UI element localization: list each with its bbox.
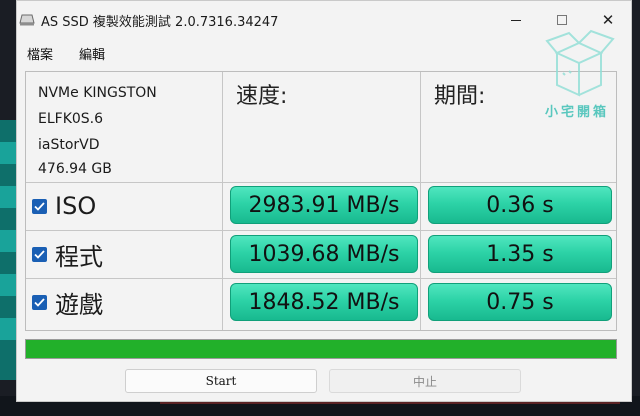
game-speed-result: 1848.52 MB/s xyxy=(230,283,418,321)
program-checkbox[interactable] xyxy=(32,246,47,262)
drive-firmware: ELFK0S.6 xyxy=(38,111,104,127)
close-icon: ✕ xyxy=(601,11,615,29)
minimize-icon xyxy=(511,19,521,21)
iso-speed-result: 2983.91 MB/s xyxy=(230,186,418,224)
grid-line xyxy=(26,278,616,279)
drive-driver: iaStorVD xyxy=(38,137,100,153)
checkmark-icon xyxy=(34,249,45,259)
results-panel: NVMe KINGSTON ELFK0S.6 iaStorVD 476.94 G… xyxy=(25,71,617,331)
speed-column-header: 速度: xyxy=(236,84,288,109)
drive-info: NVMe KINGSTON ELFK0S.6 iaStorVD 476.94 G… xyxy=(38,80,157,182)
program-time-result: 1.35 s xyxy=(428,235,612,273)
row-program: 程式 xyxy=(32,231,103,277)
iso-time-result: 0.36 s xyxy=(428,186,612,224)
iso-checkbox[interactable] xyxy=(32,198,47,214)
title-bar: AS SSD 複製效能測試 2.0.7316.34247 ✕ xyxy=(17,1,631,39)
time-column-header: 期間: xyxy=(434,84,486,109)
window-title: AS SSD 複製效能測試 2.0.7316.34247 xyxy=(41,14,279,30)
checkmark-icon xyxy=(34,201,45,211)
iso-label: ISO xyxy=(55,192,97,220)
start-button[interactable]: Start xyxy=(125,369,317,393)
maximize-button[interactable] xyxy=(539,1,585,39)
game-checkbox[interactable] xyxy=(32,294,47,310)
game-time-result: 0.75 s xyxy=(428,283,612,321)
checkmark-icon xyxy=(34,297,45,307)
drive-size: 476.94 GB xyxy=(38,161,112,177)
game-label: 遊戲 xyxy=(55,290,103,319)
stop-button[interactable]: 中止 xyxy=(329,369,521,393)
progress-fill xyxy=(26,340,616,358)
drive-model: NVMe KINGSTON xyxy=(38,85,157,101)
minimize-button[interactable] xyxy=(493,1,539,39)
program-label: 程式 xyxy=(55,242,103,271)
menu-bar: 檔案 編輯 xyxy=(17,39,631,67)
window-controls: ✕ xyxy=(493,1,631,39)
progress-bar xyxy=(25,339,617,359)
menu-edit[interactable]: 編輯 xyxy=(79,44,105,63)
row-game: 遊戲 xyxy=(32,279,103,325)
grid-line xyxy=(26,230,616,231)
grid-line xyxy=(420,72,421,330)
grid-line xyxy=(26,182,616,183)
program-speed-result: 1039.68 MB/s xyxy=(230,235,418,273)
row-iso: ISO xyxy=(32,183,96,229)
close-button[interactable]: ✕ xyxy=(585,1,631,39)
drive-icon xyxy=(19,14,35,26)
menu-file[interactable]: 檔案 xyxy=(27,44,53,63)
grid-line xyxy=(222,72,223,330)
maximize-icon xyxy=(557,15,567,25)
app-window: AS SSD 複製效能測試 2.0.7316.34247 ✕ 檔案 編輯 NVM… xyxy=(16,0,632,402)
desktop-background-left xyxy=(0,120,16,380)
